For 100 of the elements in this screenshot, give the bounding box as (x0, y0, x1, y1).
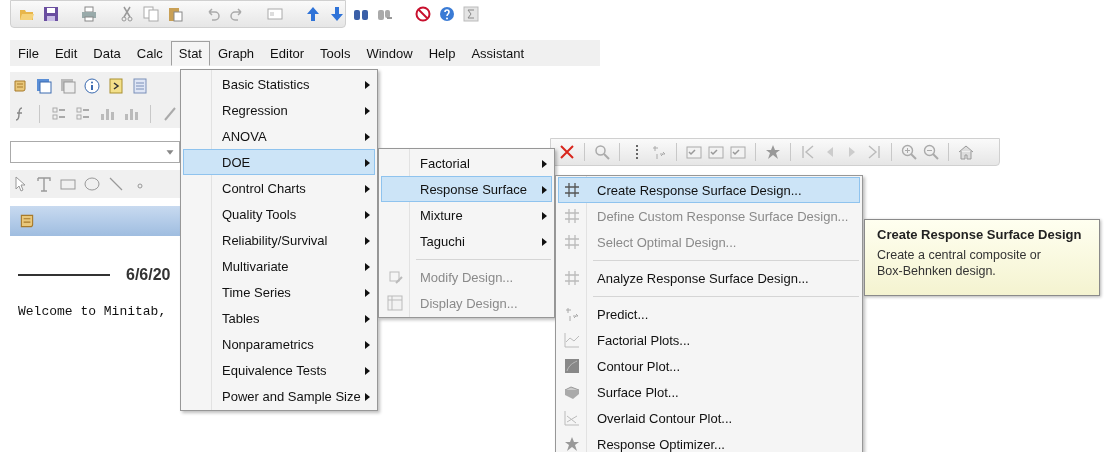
no-entry-icon[interactable] (415, 6, 431, 22)
text-tool-icon[interactable] (36, 176, 52, 192)
submenu-arrow-icon (365, 159, 370, 167)
submenu-arrow-icon (365, 211, 370, 219)
checklist-icon[interactable] (686, 144, 702, 160)
dropdown-field[interactable] (10, 141, 180, 163)
menu-item[interactable]: ANOVA (183, 123, 375, 149)
data-window-icon[interactable] (36, 78, 52, 94)
submenu-arrow-icon (542, 186, 547, 194)
submenu-arrow-icon (365, 289, 370, 297)
submenu-arrow-icon (542, 212, 547, 220)
help-icon[interactable] (439, 6, 455, 22)
checklist-icon[interactable] (730, 144, 746, 160)
formula-icon[interactable] (651, 144, 667, 160)
menu-item[interactable]: Tables (183, 305, 375, 331)
menu-item[interactable]: Nonparametrics (183, 331, 375, 357)
session-date: 6/6/20 (126, 266, 171, 284)
table-design-icon (387, 295, 403, 311)
menu-item[interactable]: Overlaid Contour Plot... (558, 405, 860, 431)
menu-title[interactable]: Editor (262, 40, 313, 66)
overlay-icon (564, 410, 580, 426)
bars-icon[interactable] (99, 106, 115, 122)
menu-item[interactable]: Contour Plot... (558, 353, 860, 379)
menu-item[interactable]: Power and Sample Size (183, 383, 375, 409)
menu-item[interactable]: Factorial Plots... (558, 327, 860, 353)
menu-item[interactable]: Taguchi (381, 228, 552, 254)
undo-icon[interactable] (205, 6, 221, 22)
grid-faint-icon (564, 208, 580, 224)
menu-item[interactable]: Equivalence Tests (183, 357, 375, 383)
menu-item[interactable]: Response Surface (381, 176, 552, 202)
menu-title[interactable]: Window (358, 40, 421, 66)
modify-icon (387, 269, 403, 285)
submenu-arrow-icon (365, 341, 370, 349)
menu-title[interactable]: Graph (209, 40, 263, 66)
menu-item[interactable]: Quality Tools (183, 201, 375, 227)
last-icon[interactable] (866, 144, 882, 160)
menu-title[interactable]: Help (420, 40, 464, 66)
pointer-icon[interactable] (12, 176, 28, 192)
submenu-arrow-icon (365, 185, 370, 193)
copy-icon[interactable] (143, 6, 159, 22)
checklist-icon[interactable] (708, 144, 724, 160)
star-icon[interactable] (765, 144, 781, 160)
home-icon[interactable] (958, 144, 974, 160)
menu-title[interactable]: Calc (128, 40, 171, 66)
line-icon[interactable] (108, 176, 124, 192)
menu-item[interactable]: Time Series (183, 279, 375, 305)
brush-icon[interactable] (162, 106, 178, 122)
scissors-icon[interactable] (119, 6, 135, 22)
zoom-in-icon[interactable] (901, 144, 917, 160)
up-arrow-icon[interactable] (305, 6, 321, 22)
bars-icon[interactable] (123, 106, 139, 122)
ellipse-icon[interactable] (84, 176, 100, 192)
clipboard-icon[interactable] (167, 6, 183, 22)
menu-item[interactable]: Reliability/Survival (183, 227, 375, 253)
menu-title[interactable]: Data (85, 40, 129, 66)
welcome-text: Welcome to Minitab, (18, 304, 167, 319)
menu-item[interactable]: Create Response Surface Design... (558, 177, 860, 203)
menu-item[interactable]: Basic Statistics (183, 71, 375, 97)
rectangle-icon[interactable] (60, 176, 76, 192)
menu-title[interactable]: Stat (170, 40, 210, 66)
submenu-arrow-icon (542, 160, 547, 168)
search-icon[interactable] (594, 144, 610, 160)
notepad-icon[interactable] (132, 78, 148, 94)
menu-item[interactable]: Multivariate (183, 253, 375, 279)
menu-item[interactable]: Regression (183, 97, 375, 123)
menu-title[interactable]: Tools (312, 40, 359, 66)
floppy-icon[interactable] (43, 6, 59, 22)
menu-item[interactable]: Predict... (558, 291, 860, 327)
submenu-arrow-icon (365, 263, 370, 271)
delete-icon[interactable] (559, 144, 575, 160)
sigma-icon[interactable] (463, 6, 479, 22)
info-icon[interactable] (84, 78, 100, 94)
window-icon[interactable] (267, 6, 283, 22)
menu-title[interactable]: Edit (46, 40, 86, 66)
menu-item[interactable]: Surface Plot... (558, 379, 860, 405)
menu-item[interactable]: Factorial (381, 150, 552, 176)
zoom-out-icon[interactable] (923, 144, 939, 160)
scroll-icon[interactable] (12, 78, 28, 94)
submenu-arrow-icon (365, 107, 370, 115)
menu-title[interactable]: File (10, 40, 47, 66)
submenu-arrow-icon (365, 133, 370, 141)
down-arrow-icon[interactable] (329, 6, 345, 22)
list-icon[interactable] (75, 106, 91, 122)
first-icon[interactable] (800, 144, 816, 160)
grid-faint-icon (564, 270, 580, 286)
report-icon[interactable] (108, 78, 124, 94)
menu-item[interactable]: Response Optimizer... (558, 431, 860, 452)
menu-item[interactable]: Analyze Response Surface Design... (558, 255, 860, 291)
print-icon[interactable] (81, 6, 97, 22)
graph-window-icon[interactable] (60, 78, 76, 94)
formula-icon (564, 306, 580, 322)
grid-faint-icon (564, 234, 580, 250)
menu-item[interactable]: Mixture (381, 202, 552, 228)
menu-title[interactable]: Assistant (463, 40, 533, 66)
redo-icon[interactable] (229, 6, 245, 22)
submenu-arrow-icon (365, 81, 370, 89)
submenu-arrow-icon (365, 367, 370, 375)
list-icon[interactable] (51, 106, 67, 122)
menu-item[interactable]: DOE (183, 149, 375, 175)
menu-item[interactable]: Control Charts (183, 175, 375, 201)
